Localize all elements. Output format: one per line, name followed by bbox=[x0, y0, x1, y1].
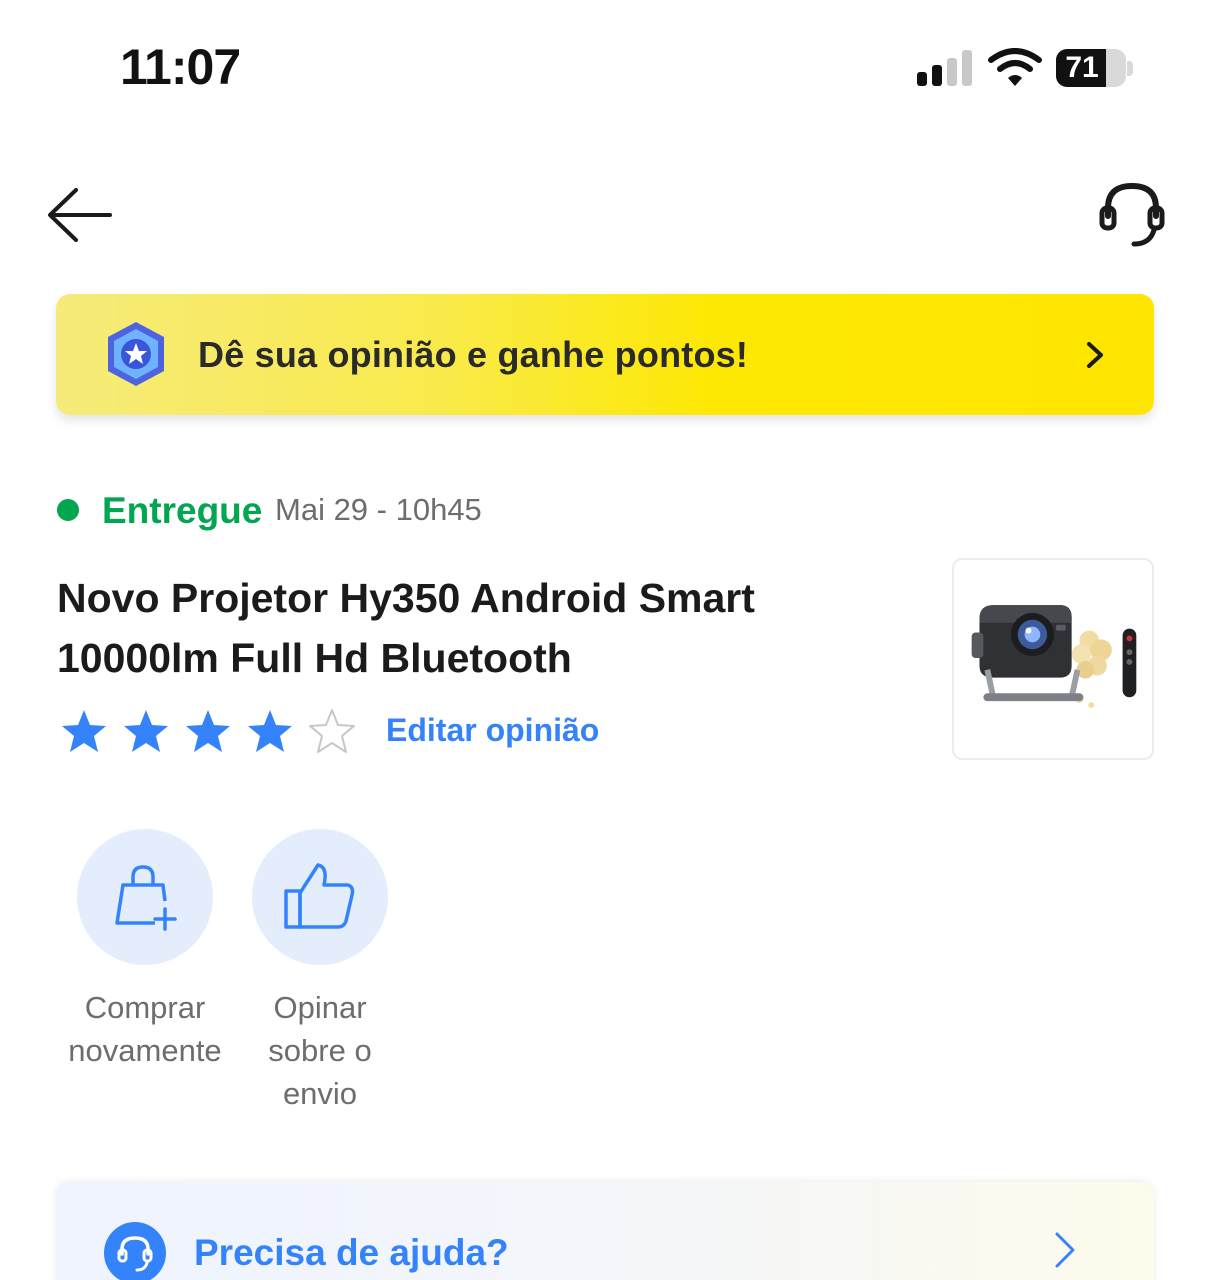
chevron-right-icon bbox=[1055, 1232, 1075, 1268]
star-empty-icon[interactable] bbox=[308, 708, 356, 754]
help-card[interactable]: Precisa de ajuda? bbox=[56, 1182, 1154, 1280]
wifi-icon bbox=[988, 48, 1042, 86]
headset-icon[interactable] bbox=[1096, 178, 1168, 254]
star-filled-icon[interactable] bbox=[60, 708, 108, 754]
buy-again-button[interactable] bbox=[77, 829, 213, 965]
battery-level: 71 bbox=[1065, 51, 1099, 84]
star-badge-icon bbox=[108, 322, 164, 386]
edit-review-link[interactable]: Editar opinião bbox=[386, 712, 599, 749]
star-filled-icon[interactable] bbox=[184, 708, 232, 754]
battery-cap bbox=[1127, 61, 1133, 76]
review-points-banner[interactable]: Dê sua opinião e ganhe pontos! bbox=[56, 294, 1154, 415]
banner-text: Dê sua opinião e ganhe pontos! bbox=[198, 334, 749, 375]
review-shipping-label: Opinar sobre o envio bbox=[268, 990, 372, 1111]
review-shipping-button[interactable] bbox=[252, 829, 388, 965]
delivery-status: Entregue bbox=[102, 490, 263, 531]
delivery-date: Mai 29 - 10h45 bbox=[275, 492, 482, 527]
thumbs-up-icon bbox=[284, 863, 355, 929]
help-label: Precisa de ajuda? bbox=[194, 1232, 509, 1273]
product-title: Novo Projetor Hy350 Android Smart 10000l… bbox=[57, 575, 755, 681]
star-filled-icon[interactable] bbox=[122, 708, 170, 754]
status-time: 11:07 bbox=[120, 39, 241, 95]
product-image[interactable] bbox=[952, 558, 1154, 760]
back-button[interactable] bbox=[44, 184, 114, 246]
help-headset-icon bbox=[104, 1222, 166, 1280]
shopping-bag-plus-icon bbox=[115, 865, 177, 931]
buy-again-label: Comprar novamente bbox=[68, 990, 222, 1068]
rating-stars[interactable] bbox=[60, 708, 356, 754]
status-dot bbox=[57, 499, 79, 521]
battery-icon: 71 bbox=[1056, 49, 1126, 87]
projector-product-image bbox=[971, 605, 1137, 709]
chevron-right-icon bbox=[1087, 342, 1103, 368]
star-filled-icon[interactable] bbox=[246, 708, 294, 754]
cellular-signal-icon bbox=[917, 50, 973, 86]
order-detail-screen: 11:07 71 Dê sua opinião e ganhe pontos! bbox=[0, 0, 1211, 1280]
